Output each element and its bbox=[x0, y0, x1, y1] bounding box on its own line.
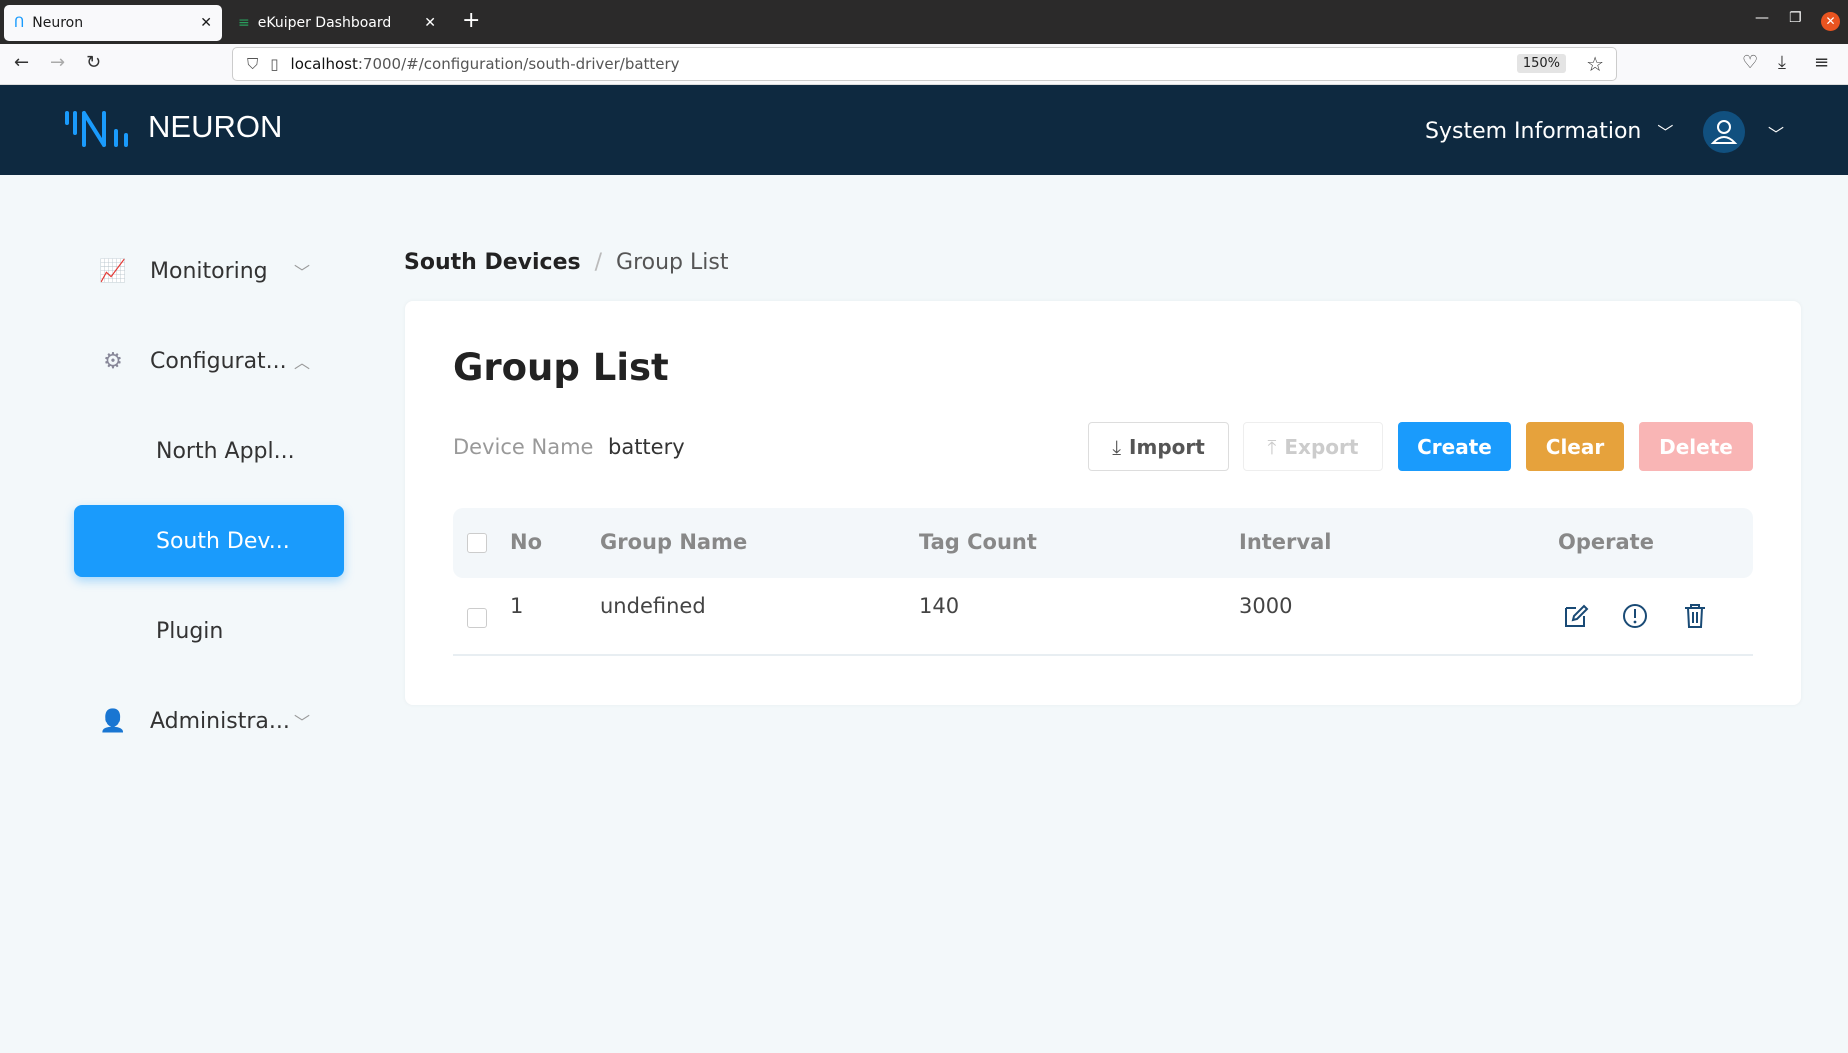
sidebar-item-label: Configurat... bbox=[150, 348, 287, 374]
create-button[interactable]: Create bbox=[1398, 422, 1511, 471]
restore-icon[interactable]: ❐ bbox=[1789, 10, 1802, 26]
chevron-down-icon: ﹀ bbox=[293, 713, 310, 732]
pocket-icon[interactable]: ♡ bbox=[1742, 52, 1758, 73]
column-operate: Operate bbox=[1558, 530, 1654, 554]
zoom-level[interactable]: 150% bbox=[1516, 54, 1566, 73]
tab-neuron[interactable]: ᑎ Neuron ✕ bbox=[4, 5, 222, 41]
import-label: Import bbox=[1129, 434, 1205, 459]
column-interval: Interval bbox=[1239, 530, 1332, 554]
sidebar-item-label: South Dev... bbox=[156, 528, 290, 554]
close-tab-icon[interactable]: ✕ bbox=[200, 15, 212, 31]
download-icon[interactable]: ⤓ bbox=[1778, 52, 1786, 73]
sidebar-item-label: Administra... bbox=[150, 708, 290, 734]
shield-icon: ⛉ bbox=[247, 55, 259, 73]
reload-icon[interactable]: ↻ bbox=[86, 52, 101, 73]
user-avatar[interactable] bbox=[1703, 111, 1745, 153]
bookmark-star-icon[interactable]: ☆ bbox=[1586, 52, 1604, 76]
select-all-checkbox[interactable] bbox=[467, 533, 487, 553]
neuron-logo-icon bbox=[65, 111, 128, 147]
sidebar-item-north-apps[interactable]: North Appl... bbox=[74, 415, 344, 487]
column-no: No bbox=[510, 530, 543, 554]
edit-icon[interactable] bbox=[1563, 603, 1589, 629]
upload-icon: ⤒ bbox=[1267, 434, 1277, 459]
info-icon[interactable] bbox=[1622, 603, 1648, 629]
browser-tab-bar: ᑎ Neuron ✕ ≡ eKuiper Dashboard ✕ + — ❐ ✕ bbox=[0, 0, 1848, 44]
import-button[interactable]: ⤓ Import bbox=[1088, 422, 1229, 471]
browser-nav-bar: ← → ↻ ⛉ ▯ localhost:7000/#/configuration/… bbox=[0, 44, 1848, 85]
download-icon: ⤓ bbox=[1112, 434, 1122, 459]
user-icon bbox=[1710, 120, 1738, 144]
export-label: Export bbox=[1284, 434, 1359, 459]
breadcrumb-current: Group List bbox=[616, 250, 729, 275]
clear-button[interactable]: Clear bbox=[1526, 422, 1624, 471]
breadcrumb: South Devices / Group List bbox=[404, 250, 728, 275]
breadcrumb-parent[interactable]: South Devices bbox=[404, 250, 581, 275]
minimize-icon[interactable]: — bbox=[1755, 10, 1769, 26]
sidebar-item-label: Monitoring bbox=[150, 258, 268, 284]
chevron-up-icon: ︿ bbox=[293, 353, 310, 372]
back-icon[interactable]: ← bbox=[14, 52, 29, 73]
table-header: No Group Name Tag Count Interval Operate bbox=[453, 508, 1753, 578]
monitor-chart-icon: 📈 bbox=[99, 258, 127, 284]
row-checkbox[interactable] bbox=[467, 608, 487, 628]
sidebar-item-configuration[interactable]: ⚙ Configurat... ︿ bbox=[74, 325, 344, 397]
chevron-down-icon: ﹀ bbox=[293, 263, 310, 282]
system-information-menu[interactable]: System Information ﹀ bbox=[1425, 119, 1673, 144]
close-tab-icon[interactable]: ✕ bbox=[424, 15, 436, 31]
sliders-icon: ⚙ bbox=[103, 348, 123, 374]
device-name-value: battery bbox=[608, 435, 685, 459]
tab-title: Neuron bbox=[32, 15, 84, 31]
url-host: localhost bbox=[290, 55, 358, 73]
user-icon: 👤 bbox=[99, 708, 127, 734]
sidebar-item-plugin[interactable]: Plugin bbox=[74, 595, 344, 667]
tab-title: eKuiper Dashboard bbox=[257, 15, 392, 31]
ekuiper-favicon-icon: ≡ bbox=[238, 15, 250, 31]
tab-ekuiper[interactable]: ≡ eKuiper Dashboard ✕ bbox=[228, 5, 446, 41]
neuron-favicon-icon: ᑎ bbox=[14, 15, 25, 31]
cell-interval: 3000 bbox=[1239, 594, 1293, 618]
export-button[interactable]: ⤒ Export bbox=[1243, 422, 1383, 471]
menu-icon[interactable]: ≡ bbox=[1814, 52, 1829, 73]
system-info-label: System Information bbox=[1425, 119, 1642, 144]
sidebar-item-south-devices[interactable]: South Dev... bbox=[74, 505, 344, 577]
cell-no: 1 bbox=[510, 594, 524, 618]
sidebar-item-monitoring[interactable]: 📈 Monitoring ﹀ bbox=[74, 235, 344, 307]
row-divider bbox=[453, 654, 1753, 656]
delete-trash-icon[interactable] bbox=[1682, 603, 1708, 629]
brand-name: NEURON bbox=[148, 109, 283, 144]
page-icon: ▯ bbox=[270, 55, 279, 73]
sidebar-item-label: Plugin bbox=[156, 618, 224, 644]
sidebar-item-administration[interactable]: 👤 Administra... ﹀ bbox=[74, 685, 344, 757]
page-title: Group List bbox=[453, 346, 669, 389]
user-menu-chevron-icon[interactable]: ﹀ bbox=[1768, 121, 1784, 145]
breadcrumb-separator: / bbox=[594, 250, 603, 275]
chevron-down-icon: ﹀ bbox=[1657, 123, 1674, 142]
forward-icon[interactable]: → bbox=[50, 52, 65, 73]
device-name-label: Device Name bbox=[453, 435, 594, 459]
sidebar-item-label: North Appl... bbox=[156, 438, 295, 464]
url-bar[interactable]: ⛉ ▯ localhost:7000/#/configuration/south-… bbox=[232, 47, 1617, 81]
group-list-card: Group List Device Name battery ⤓ Import ⤒… bbox=[405, 301, 1801, 705]
close-window-icon[interactable]: ✕ bbox=[1821, 12, 1840, 31]
delete-button[interactable]: Delete bbox=[1639, 422, 1753, 471]
column-group-name: Group Name bbox=[600, 530, 748, 554]
column-tag-count: Tag Count bbox=[919, 530, 1037, 554]
cell-tag-count: 140 bbox=[919, 594, 960, 618]
new-tab-icon[interactable]: + bbox=[462, 8, 480, 33]
cell-group-name: undefined bbox=[600, 594, 706, 618]
app-header: NEURON System Information ﹀ ﹀ bbox=[0, 85, 1848, 175]
url-path: :7000/#/configuration/south-driver/batte… bbox=[357, 55, 680, 73]
